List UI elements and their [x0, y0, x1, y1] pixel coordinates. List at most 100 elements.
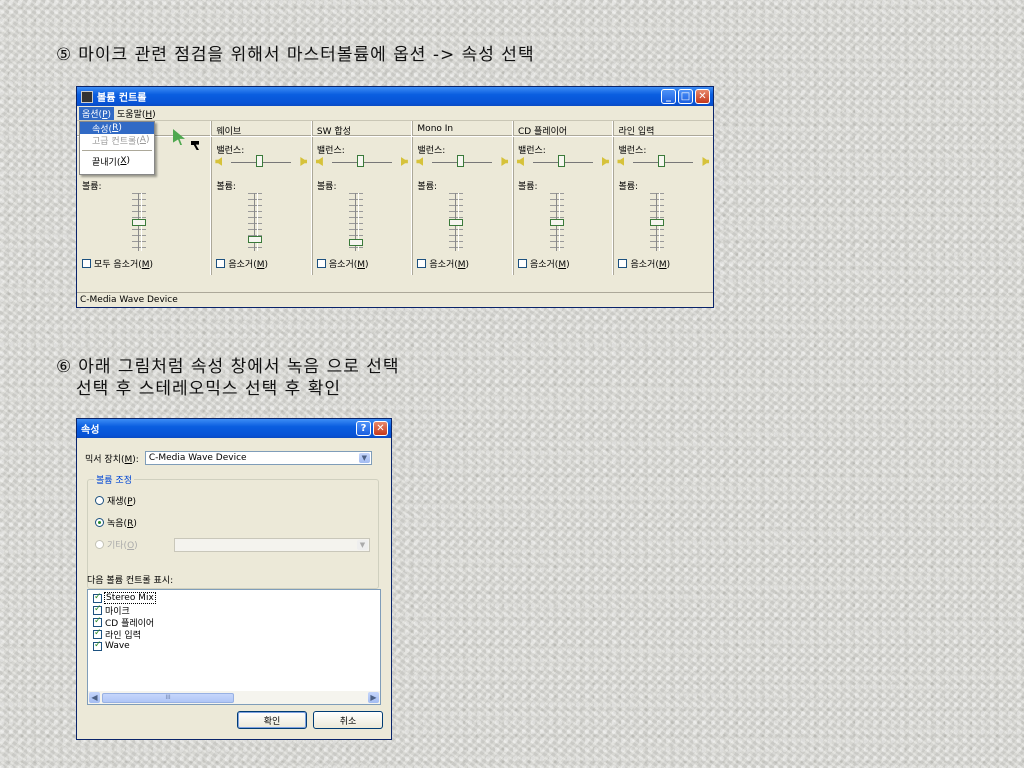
dialog-close-button[interactable]: ✕ — [373, 421, 388, 436]
radio-recording-button[interactable] — [95, 518, 104, 527]
volume-label: 볼륨: — [517, 182, 538, 192]
cancel-button[interactable]: 취소 — [313, 711, 383, 729]
title-bar[interactable]: 볼륨 컨트롤 _ □ ✕ — [77, 87, 713, 106]
minimize-button[interactable]: _ — [661, 89, 676, 104]
speaker-right-icon — [400, 157, 408, 166]
list-item-label: 라인 입력 — [105, 630, 141, 641]
ok-button[interactable]: 확인 — [237, 711, 307, 729]
list-item[interactable]: 마이크 — [88, 604, 380, 617]
volume-thumb[interactable] — [248, 236, 263, 243]
balance-slider[interactable] — [315, 155, 408, 169]
channel-name: Mono In — [417, 124, 454, 134]
mute-label: 음소거(M) — [630, 260, 671, 270]
step5-text: 마이크 관련 점검을 위해서 마스터볼륨에 옵션 -> 속성 선택 — [78, 45, 535, 65]
mute-checkbox[interactable] — [316, 259, 326, 268]
balance-thumb[interactable] — [658, 155, 666, 167]
balance-slider[interactable] — [516, 155, 609, 169]
master-mute-checkbox[interactable] — [82, 259, 91, 268]
master-volume-label: 볼륨: — [82, 182, 102, 192]
dialog-title-bar[interactable]: 속성 ? ✕ — [77, 419, 391, 438]
mute-control[interactable]: 음소거(M) — [417, 257, 469, 270]
balance-thumb[interactable] — [557, 155, 565, 167]
list-item[interactable]: Wave — [88, 640, 380, 652]
chevron-down-icon[interactable]: ▼ — [358, 453, 370, 463]
volume-label: 볼륨: — [618, 182, 639, 192]
master-volume-thumb[interactable] — [132, 219, 146, 226]
mute-control[interactable]: 음소거(M) — [618, 257, 670, 270]
list-item-checkbox[interactable] — [93, 604, 102, 615]
dialog-title: 속성 — [81, 425, 100, 436]
speaker-left-icon — [215, 157, 223, 166]
step6-heading: ⑥ 아래 그림처럼 속성 창에서 녹음 으로 선택 선택 후 스테레오믹스 선택 … — [56, 356, 400, 400]
volume-thumb[interactable] — [650, 219, 665, 226]
list-item-checkbox[interactable] — [93, 616, 102, 627]
speaker-left-icon — [315, 157, 323, 166]
list-item[interactable]: CD 플레이어 — [88, 616, 380, 629]
volume-label: 볼륨: — [417, 182, 438, 192]
list-item[interactable]: Stereo Mix — [88, 592, 380, 604]
channel-column: 웨이브 밸런스: 볼륨: 음소거(M) — [210, 121, 311, 275]
volume-thumb[interactable] — [348, 239, 363, 246]
scroll-right-icon[interactable]: ▶ — [368, 692, 379, 703]
radio-playback-button[interactable] — [95, 496, 104, 505]
maximize-button[interactable]: □ — [678, 89, 693, 104]
balance-slider[interactable] — [416, 155, 509, 169]
horizontal-scrollbar[interactable]: ◀ III ▶ — [88, 691, 380, 704]
list-item-label: Stereo Mix — [104, 592, 156, 604]
group-title: 볼륨 조정 — [94, 473, 134, 486]
step6-number: ⑥ — [56, 357, 73, 377]
radio-other-button[interactable] — [95, 540, 104, 549]
chevron-down-icon[interactable]: ▼ — [357, 540, 368, 550]
radio-playback[interactable]: 재생(P) — [95, 494, 136, 507]
mute-control[interactable]: 음소거(M) — [517, 257, 570, 270]
speaker-right-icon — [300, 157, 308, 166]
menu-item-properties[interactable]: 속성(R) — [80, 122, 154, 135]
menu-item-exit[interactable]: 끝내기(X) — [80, 155, 154, 168]
mute-label: 음소거(M) — [429, 260, 470, 270]
window-title: 볼륨 컨트롤 — [97, 93, 147, 104]
radio-recording[interactable]: 녹음(R) — [95, 516, 137, 529]
scroll-thumb[interactable]: III — [102, 692, 234, 703]
volume-control-window: 볼륨 컨트롤 _ □ ✕ 옵션(P) 도움말(H) ◁ 볼륨: 모두 음소거(M… — [76, 86, 714, 308]
volume-thumb[interactable] — [549, 219, 564, 226]
speaker-right-icon — [601, 157, 609, 166]
volume-thumb[interactable] — [449, 219, 464, 226]
menu-help[interactable]: 도움말(H) — [114, 107, 159, 120]
menu-bar: 옵션(P) 도움말(H) — [77, 106, 713, 121]
volume-controls-list[interactable]: Stereo Mix마이크CD 플레이어라인 입력Wave ◀ III ▶ — [87, 589, 381, 705]
mute-control[interactable]: 음소거(M) — [316, 257, 369, 270]
menu-options[interactable]: 옵션(P) — [79, 106, 115, 120]
mixer-device-select[interactable]: C-Media Wave Device ▼ — [144, 451, 372, 465]
close-button[interactable]: ✕ — [695, 89, 710, 104]
list-item-checkbox[interactable] — [93, 592, 102, 603]
status-bar: C-Media Wave Device — [77, 292, 713, 307]
balance-slider[interactable] — [617, 155, 710, 169]
balance-thumb[interactable] — [256, 155, 264, 167]
volume-app-icon — [81, 90, 93, 103]
scroll-left-icon[interactable]: ◀ — [89, 692, 100, 703]
balance-thumb[interactable] — [356, 155, 364, 167]
balance-thumb[interactable] — [457, 155, 465, 167]
menu-item-advanced-controls[interactable]: 고급 컨트롤(A) — [80, 134, 154, 147]
speaker-left-icon — [617, 157, 625, 166]
mute-checkbox[interactable] — [417, 259, 427, 268]
master-mute-all[interactable]: 모두 음소거(M) — [82, 257, 153, 270]
mixer-device-row: 믹서 장치(M): C-Media Wave Device ▼ — [85, 451, 372, 465]
step5-number: ⑤ — [56, 45, 73, 65]
mute-checkbox[interactable] — [216, 259, 226, 268]
volume-label: 볼륨: — [216, 182, 236, 192]
list-item[interactable]: 라인 입력 — [88, 628, 380, 641]
list-item-checkbox[interactable] — [93, 628, 102, 639]
balance-slider[interactable] — [215, 155, 308, 169]
list-item-checkbox[interactable] — [93, 640, 102, 651]
mute-checkbox[interactable] — [517, 259, 527, 268]
radio-other[interactable]: 기타(O) — [95, 538, 138, 551]
mute-checkbox[interactable] — [618, 259, 628, 268]
help-button[interactable]: ? — [356, 421, 371, 436]
mute-control[interactable]: 음소거(M) — [216, 257, 268, 270]
mute-label: 음소거(M) — [529, 260, 570, 270]
channel-strip: ◁ 볼륨: 모두 음소거(M) 웨이브밸런스:볼륨:음소거(M)SW 합성밸런스… — [77, 121, 714, 275]
other-device-select[interactable]: ▼ — [174, 538, 370, 552]
speaker-right-icon — [501, 157, 509, 166]
mute-label: 음소거(M) — [228, 260, 268, 270]
